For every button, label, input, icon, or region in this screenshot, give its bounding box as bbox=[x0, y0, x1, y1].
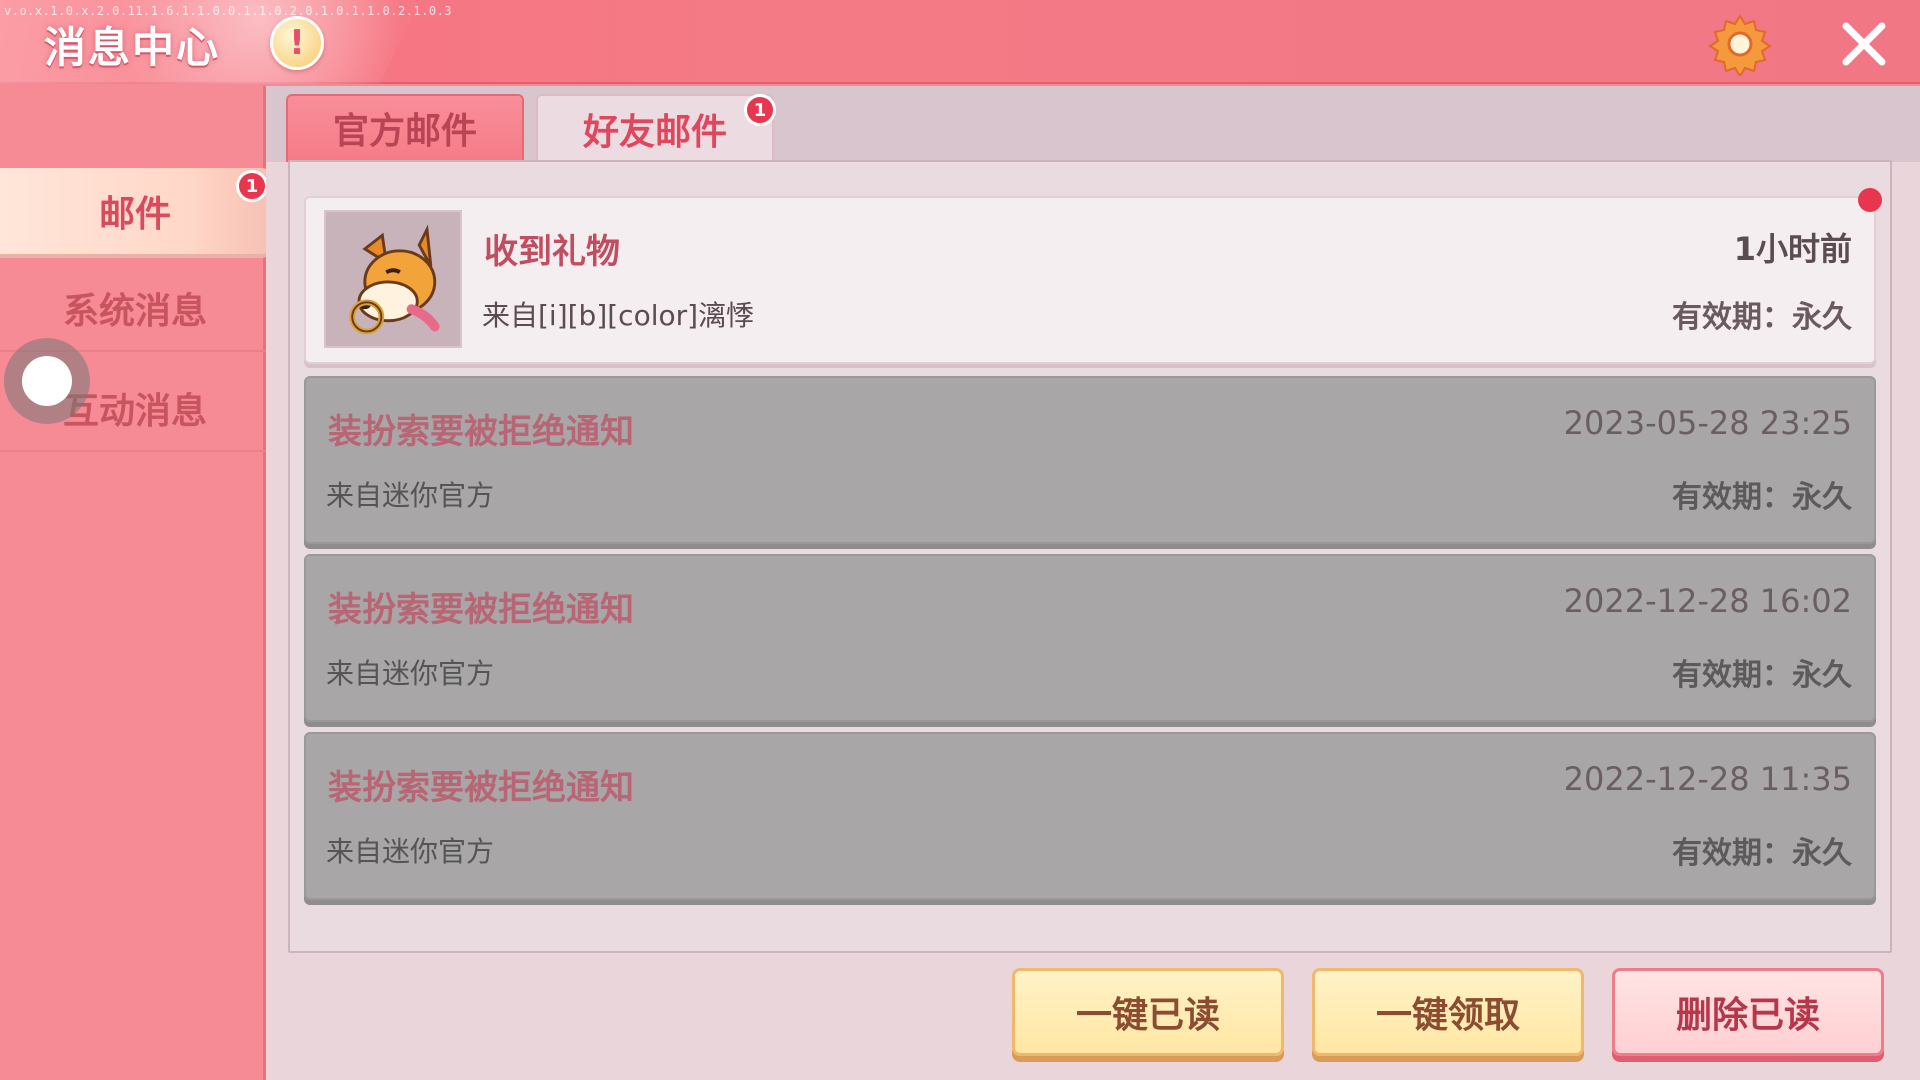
tab-friend-mail[interactable]: 好友邮件 bbox=[536, 94, 774, 162]
sidebar-item-label: 系统消息 bbox=[62, 291, 207, 332]
mail-sender: 来自[i][b][color]漓悸 bbox=[482, 299, 755, 332]
sidebar-item-mail[interactable]: 邮件 bbox=[0, 168, 270, 254]
mail-item[interactable]: 装扮索要被拒绝通知 来自迷你官方 2022-12-28 16:02 有效期：永久 bbox=[304, 554, 1876, 722]
title-bar: v.o.x.1.0.x.2.0.11.1.6.1.1.0.0.1.1.0.2.0… bbox=[0, 0, 1920, 84]
touch-indicator bbox=[4, 338, 90, 424]
alert-icon[interactable]: ! bbox=[270, 16, 324, 70]
close-icon[interactable] bbox=[1838, 18, 1890, 70]
mail-expiry: 有效期：永久 bbox=[1672, 480, 1852, 515]
tab-official-mail[interactable]: 官方邮件 bbox=[286, 94, 524, 162]
mail-expiry: 有效期：永久 bbox=[1672, 658, 1852, 693]
friend-mail-badge: 1 bbox=[744, 94, 776, 126]
mail-item[interactable]: 收到礼物 来自[i][b][color]漓悸 1小时前 有效期：永久 bbox=[304, 196, 1876, 364]
claim-all-button[interactable]: 一键领取 bbox=[1312, 968, 1584, 1056]
mail-badge: 1 bbox=[236, 170, 268, 202]
unread-dot bbox=[1858, 188, 1882, 212]
mail-title: 装扮索要被拒绝通知 bbox=[328, 412, 634, 452]
mail-title: 收到礼物 bbox=[484, 232, 620, 272]
mail-expiry: 有效期：永久 bbox=[1672, 836, 1852, 871]
mail-item[interactable]: 装扮索要被拒绝通知 来自迷你官方 2023-05-28 23:25 有效期：永久 bbox=[304, 376, 1876, 544]
mail-sender: 来自迷你官方 bbox=[326, 657, 495, 690]
page-title: 消息中心 bbox=[44, 23, 221, 72]
mark-all-read-button[interactable]: 一键已读 bbox=[1012, 968, 1284, 1056]
mail-time: 1小时前 bbox=[1733, 230, 1852, 268]
delete-read-button[interactable]: 删除已读 bbox=[1612, 968, 1884, 1056]
shiba-dog-avatar bbox=[324, 210, 462, 348]
gear-icon[interactable] bbox=[1708, 12, 1772, 76]
mail-sender: 来自迷你官方 bbox=[326, 479, 495, 512]
mail-time: 2022-12-28 16:02 bbox=[1563, 582, 1852, 620]
mail-time: 2022-12-28 11:35 bbox=[1563, 760, 1852, 798]
mail-title: 装扮索要被拒绝通知 bbox=[328, 768, 634, 808]
mail-item[interactable]: 装扮索要被拒绝通知 来自迷你官方 2022-12-28 11:35 有效期：永久 bbox=[304, 732, 1876, 900]
mail-title: 装扮索要被拒绝通知 bbox=[328, 590, 634, 630]
mail-sender: 来自迷你官方 bbox=[326, 835, 495, 868]
mail-expiry: 有效期：永久 bbox=[1672, 300, 1852, 335]
mail-time: 2023-05-28 23:25 bbox=[1563, 404, 1852, 442]
sidebar-item-label: 邮件 bbox=[98, 194, 171, 235]
